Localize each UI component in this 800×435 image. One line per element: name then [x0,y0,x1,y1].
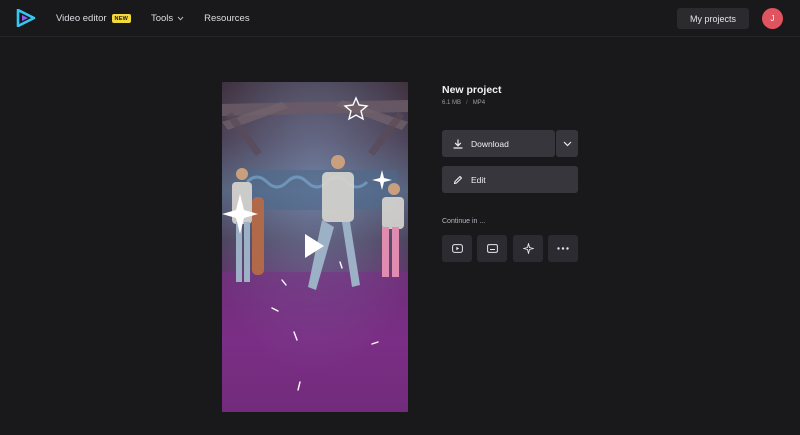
nav-tools-label: Tools [150,13,174,24]
file-size: 6.1 MB [442,100,462,106]
download-label: Download [471,138,509,149]
main-nav: Video editor NEW Tools Resources [56,0,270,37]
more-icon [557,247,569,250]
continue-ai-button[interactable] [513,235,543,262]
chevron-down-icon [177,16,184,21]
meta-separator: / [466,100,468,106]
sparkle-icon [522,243,534,254]
avatar[interactable]: J [762,8,783,29]
project-title: New project [442,84,502,96]
edit-button[interactable]: Edit [442,166,578,193]
play-icon[interactable] [303,233,325,259]
top-bar: Video editor NEW Tools Resources My proj… [0,0,800,37]
youtube-icon [451,244,463,253]
subtitles-icon [486,244,498,253]
continue-in-label: Continue in ... [442,218,486,225]
download-options-button[interactable] [556,130,578,157]
new-badge: NEW [111,14,131,23]
app-logo-icon[interactable] [16,9,36,27]
nav-resources-label: Resources [204,13,250,24]
download-icon [453,138,463,149]
edit-label: Edit [471,174,486,185]
project-meta: 6.1 MB / MP4 [442,100,485,106]
pencil-icon [453,175,463,184]
my-projects-button[interactable]: My projects [677,8,749,29]
download-button[interactable]: Download [442,130,555,157]
chevron-down-icon [563,141,571,146]
nav-tools[interactable]: Tools [151,13,184,24]
continue-more-button[interactable] [548,235,578,262]
nav-resources[interactable]: Resources [204,13,249,24]
continue-subtitles-button[interactable] [477,235,507,262]
nav-video-editor-label: Video editor [56,13,107,24]
nav-video-editor[interactable]: Video editor NEW [56,13,131,24]
file-format: MP4 [472,100,486,106]
continue-youtube-button[interactable] [442,235,472,262]
